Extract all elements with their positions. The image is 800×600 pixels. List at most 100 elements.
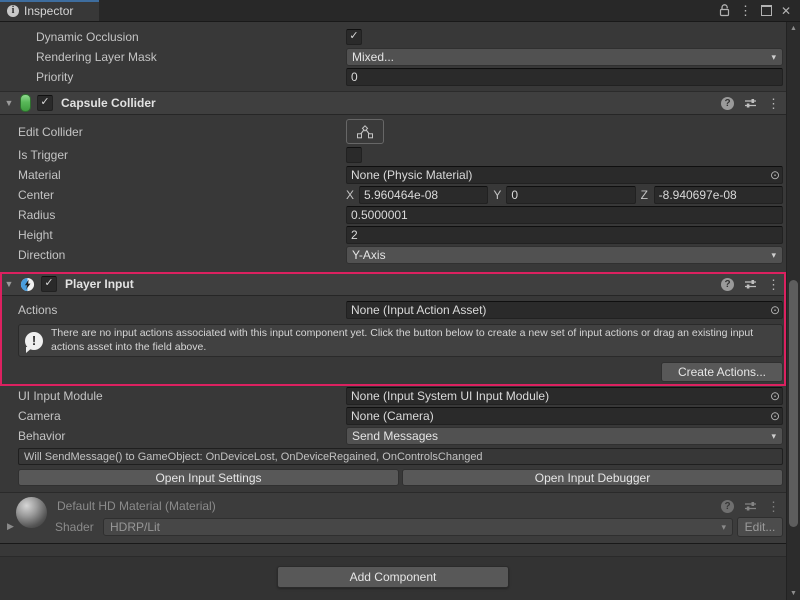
capsule-collider-icon <box>20 94 31 112</box>
shader-label: Shader <box>55 520 103 534</box>
scroll-down-icon[interactable]: ▼ <box>787 590 800 597</box>
radius-value: 0.5000001 <box>351 208 408 222</box>
behavior-row: Behavior Send Messages ▾ <box>0 426 786 446</box>
rendering-layer-mask-dropdown[interactable]: Mixed... ▾ <box>346 48 783 66</box>
dynamic-occlusion-checkbox[interactable]: ✓ <box>346 29 362 45</box>
material-title: Default HD Material (Material) <box>57 499 216 513</box>
kebab-menu-icon: ⋮ <box>767 500 780 513</box>
shader-dropdown: HDRP/Lit ▾ <box>103 518 733 536</box>
priority-row: Priority 0 <box>0 67 786 87</box>
actions-label: Actions <box>18 303 346 317</box>
behavior-dropdown[interactable]: Send Messages ▾ <box>346 427 783 445</box>
center-z-field[interactable]: -8.940697e-08 <box>654 186 783 204</box>
priority-field[interactable]: 0 <box>346 68 783 86</box>
center-y-field[interactable]: 0 <box>506 186 635 204</box>
object-picker-icon[interactable]: ⊙ <box>770 390 780 402</box>
radius-label: Radius <box>18 208 346 222</box>
camera-label: Camera <box>18 409 346 423</box>
maximize-icon[interactable] <box>761 5 772 16</box>
radius-row: Radius 0.5000001 <box>0 205 786 225</box>
scroll-up-icon[interactable]: ▲ <box>787 25 800 32</box>
height-field[interactable]: 2 <box>346 226 783 244</box>
chevron-down-icon: ▾ <box>771 53 776 62</box>
player-input-title: Player Input <box>65 277 134 291</box>
ui-input-module-value: None (Input System UI Input Module) <box>351 389 549 403</box>
material-value: None (Physic Material) <box>351 168 472 182</box>
help-icon[interactable]: ? <box>721 97 734 110</box>
rendering-layer-mask-label: Rendering Layer Mask <box>36 50 346 64</box>
foldout-open-icon[interactable]: ▼ <box>4 98 14 108</box>
capsule-collider-header[interactable]: ▼ ✓ Capsule Collider ? ⋮ <box>0 91 786 115</box>
helpbox-message: There are no input actions associated wi… <box>51 327 774 355</box>
player-input-header[interactable]: ▼ ✓ Player Input ? ⋮ <box>0 272 786 296</box>
check-icon: ✓ <box>44 278 53 289</box>
z-axis-label: Z <box>641 188 654 202</box>
direction-label: Direction <box>18 248 346 262</box>
scrollbar-thumb[interactable] <box>789 280 798 527</box>
material-object-field[interactable]: None (Physic Material) ⊙ <box>346 166 783 184</box>
radius-field[interactable]: 0.5000001 <box>346 206 783 224</box>
priority-label: Priority <box>36 70 346 84</box>
window-menu-icon[interactable]: ⋮ <box>739 4 752 17</box>
window-controls: ⋮ ✕ <box>719 0 800 21</box>
object-picker-icon[interactable]: ⊙ <box>770 304 780 316</box>
center-x-value: 5.960464e-08 <box>364 188 438 202</box>
is-trigger-checkbox[interactable] <box>346 147 362 163</box>
edit-collider-row: Edit Collider <box>0 118 786 145</box>
help-icon[interactable]: ? <box>721 278 734 291</box>
kebab-menu-icon[interactable]: ⋮ <box>767 97 780 110</box>
actions-object-field[interactable]: None (Input Action Asset) ⊙ <box>346 301 783 319</box>
rendering-layer-mask-row: Rendering Layer Mask Mixed... ▾ <box>0 47 786 67</box>
center-x-field[interactable]: 5.960464e-08 <box>359 186 488 204</box>
create-actions-button[interactable]: Create Actions... <box>661 362 783 382</box>
open-input-debugger-button[interactable]: Open Input Debugger <box>402 469 783 486</box>
x-axis-label: X <box>346 188 359 202</box>
no-actions-helpbox: ! There are no input actions associated … <box>18 324 783 357</box>
capsule-collider-enabled-checkbox[interactable]: ✓ <box>37 95 53 111</box>
is-trigger-row: Is Trigger <box>0 145 786 165</box>
center-y-value: 0 <box>511 188 518 202</box>
unlock-icon[interactable] <box>719 4 730 17</box>
priority-value: 0 <box>351 70 358 84</box>
foldout-closed-icon[interactable]: ▶ <box>7 521 14 532</box>
actions-row: Actions None (Input Action Asset) ⊙ <box>0 300 786 320</box>
edit-collider-icon <box>356 124 374 139</box>
chevron-down-icon: ▾ <box>771 251 776 260</box>
capsule-collider-title: Capsule Collider <box>61 96 156 110</box>
material-label: Material <box>18 168 346 182</box>
center-z-value: -8.940697e-08 <box>659 188 737 202</box>
behavior-label: Behavior <box>18 429 346 443</box>
object-picker-icon[interactable]: ⊙ <box>770 410 780 422</box>
presets-icon[interactable] <box>744 97 757 109</box>
ui-input-module-row: UI Input Module None (Input System UI In… <box>0 386 786 406</box>
vertical-scrollbar[interactable]: ▲ ▼ <box>787 22 800 600</box>
shader-edit-button: Edit... <box>737 517 783 537</box>
direction-row: Direction Y-Axis ▾ <box>0 245 786 265</box>
check-icon: ✓ <box>40 97 49 108</box>
close-icon[interactable]: ✕ <box>781 4 791 18</box>
camera-value: None (Camera) <box>351 409 434 423</box>
camera-object-field[interactable]: None (Camera) ⊙ <box>346 407 783 425</box>
object-picker-icon[interactable]: ⊙ <box>770 169 780 181</box>
add-component-button[interactable]: Add Component <box>277 566 509 588</box>
player-input-enabled-checkbox[interactable]: ✓ <box>41 276 57 292</box>
ui-input-module-object-field[interactable]: None (Input System UI Input Module) ⊙ <box>346 387 783 405</box>
tab-inspector[interactable]: i Inspector <box>0 0 99 21</box>
edit-collider-button[interactable] <box>346 119 384 144</box>
open-input-settings-button[interactable]: Open Input Settings <box>18 469 399 486</box>
foldout-open-icon[interactable]: ▼ <box>4 279 14 289</box>
direction-dropdown[interactable]: Y-Axis ▾ <box>346 246 783 264</box>
height-row: Height 2 <box>0 225 786 245</box>
height-value: 2 <box>351 228 358 242</box>
kebab-menu-icon[interactable]: ⋮ <box>767 278 780 291</box>
exclamation-icon: ! <box>25 332 43 350</box>
center-row: Center X 5.960464e-08 Y 0 Z -8.940697e-0… <box>0 185 786 205</box>
behavior-value: Send Messages <box>352 429 438 443</box>
shader-value: HDRP/Lit <box>110 520 160 534</box>
camera-row: Camera None (Camera) ⊙ <box>0 406 786 426</box>
inspector-footer: Add Component <box>0 557 786 600</box>
help-icon: ? <box>721 500 734 513</box>
presets-icon[interactable] <box>744 278 757 290</box>
player-input-component: ▼ ✓ Player Input ? ⋮ Actions None (Input… <box>0 272 786 386</box>
actions-value: None (Input Action Asset) <box>351 303 486 317</box>
